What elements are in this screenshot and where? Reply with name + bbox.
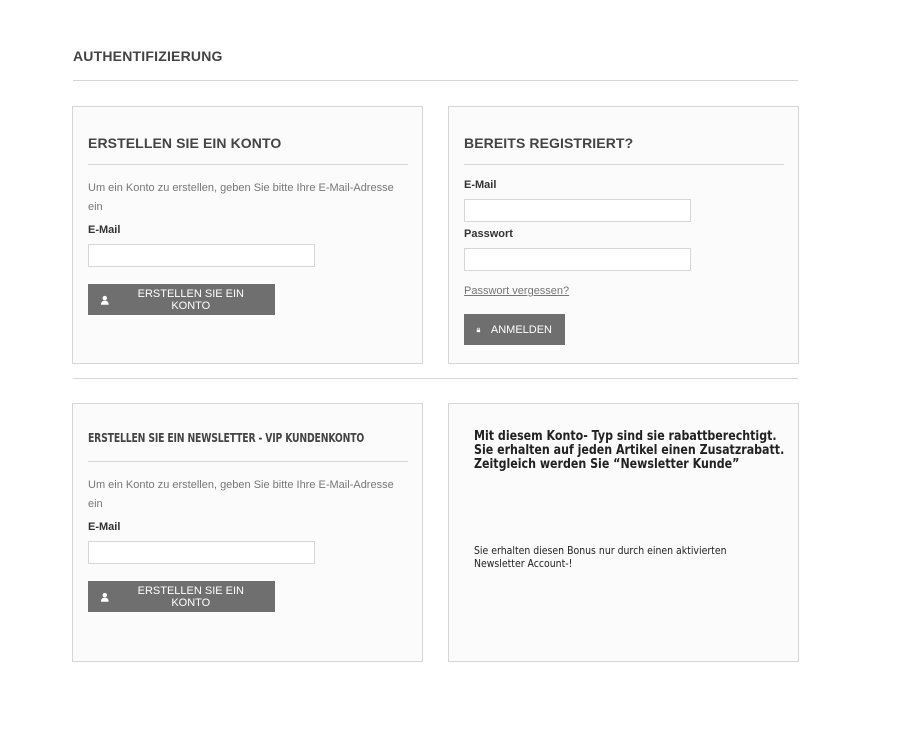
create-account-divider bbox=[88, 164, 408, 165]
login-password-input[interactable] bbox=[464, 248, 691, 271]
user-icon bbox=[100, 295, 109, 305]
login-button[interactable]: ANMELDEN bbox=[464, 314, 565, 345]
create-account-panel: ERSTELLEN SIE EIN KONTO Um ein Konto zu … bbox=[72, 106, 423, 364]
title-divider bbox=[73, 80, 798, 81]
login-email-input[interactable] bbox=[464, 199, 691, 222]
forgot-password-link[interactable]: Passwort vergessen? bbox=[464, 285, 569, 297]
login-divider bbox=[464, 164, 784, 165]
create-account-button-label: ERSTELLEN SIE EIN KONTO bbox=[137, 287, 244, 312]
login-panel: BEREITS REGISTRIERT? E-Mail Passwort Pas… bbox=[448, 106, 799, 364]
promo-note-line-1: Sie erhalten diesen Bonus nur durch eine… bbox=[474, 544, 727, 557]
newsletter-create-button-label: ERSTELLEN SIE EIN KONTO bbox=[137, 584, 244, 609]
login-title: BEREITS REGISTRIERT? bbox=[464, 135, 634, 151]
promo-text: Mit diesem Konto- Typ sind sie rabattber… bbox=[474, 430, 793, 472]
newsletter-description: Um ein Konto zu erstellen, geben Sie bit… bbox=[88, 479, 394, 510]
newsletter-panel: ERSTELLEN SIE EIN NEWSLETTER - VIP KUNDE… bbox=[72, 403, 423, 662]
lock-icon bbox=[476, 327, 481, 332]
newsletter-create-button[interactable]: ERSTELLEN SIE EIN KONTO bbox=[88, 581, 275, 612]
create-account-email-label: E-Mail bbox=[88, 224, 121, 236]
newsletter-title: ERSTELLEN SIE EIN NEWSLETTER - VIP KUNDE… bbox=[88, 431, 365, 445]
promo-line-2: Sie erhalten auf jeden Artikel einen Zus… bbox=[474, 443, 785, 458]
newsletter-divider bbox=[88, 461, 408, 462]
create-account-description: Um ein Konto zu erstellen, geben Sie bit… bbox=[88, 182, 394, 213]
create-account-email-input[interactable] bbox=[88, 244, 315, 267]
section-divider bbox=[73, 378, 798, 379]
promo-line-1: Mit diesem Konto- Typ sind sie rabattber… bbox=[474, 429, 777, 444]
create-account-title: ERSTELLEN SIE EIN KONTO bbox=[88, 135, 282, 151]
login-button-label: ANMELDEN bbox=[490, 323, 552, 336]
create-account-button[interactable]: ERSTELLEN SIE EIN KONTO bbox=[88, 284, 275, 315]
promo-note-line-2: Newsletter Account-! bbox=[474, 557, 573, 570]
promo-line-3: Zeitgleich werden Sie “Newsletter Kunde” bbox=[474, 457, 740, 472]
login-password-label: Passwort bbox=[464, 228, 513, 240]
newsletter-email-input[interactable] bbox=[88, 541, 315, 564]
promo-note: Sie erhalten diesen Bonus nur durch eine… bbox=[474, 544, 746, 570]
user-icon bbox=[100, 592, 109, 602]
page-title: AUTHENTIFIZIERUNG bbox=[73, 48, 223, 64]
login-email-label: E-Mail bbox=[464, 179, 497, 191]
newsletter-email-label: E-Mail bbox=[88, 521, 121, 533]
newsletter-info-panel: Mit diesem Konto- Typ sind sie rabattber… bbox=[448, 403, 799, 662]
